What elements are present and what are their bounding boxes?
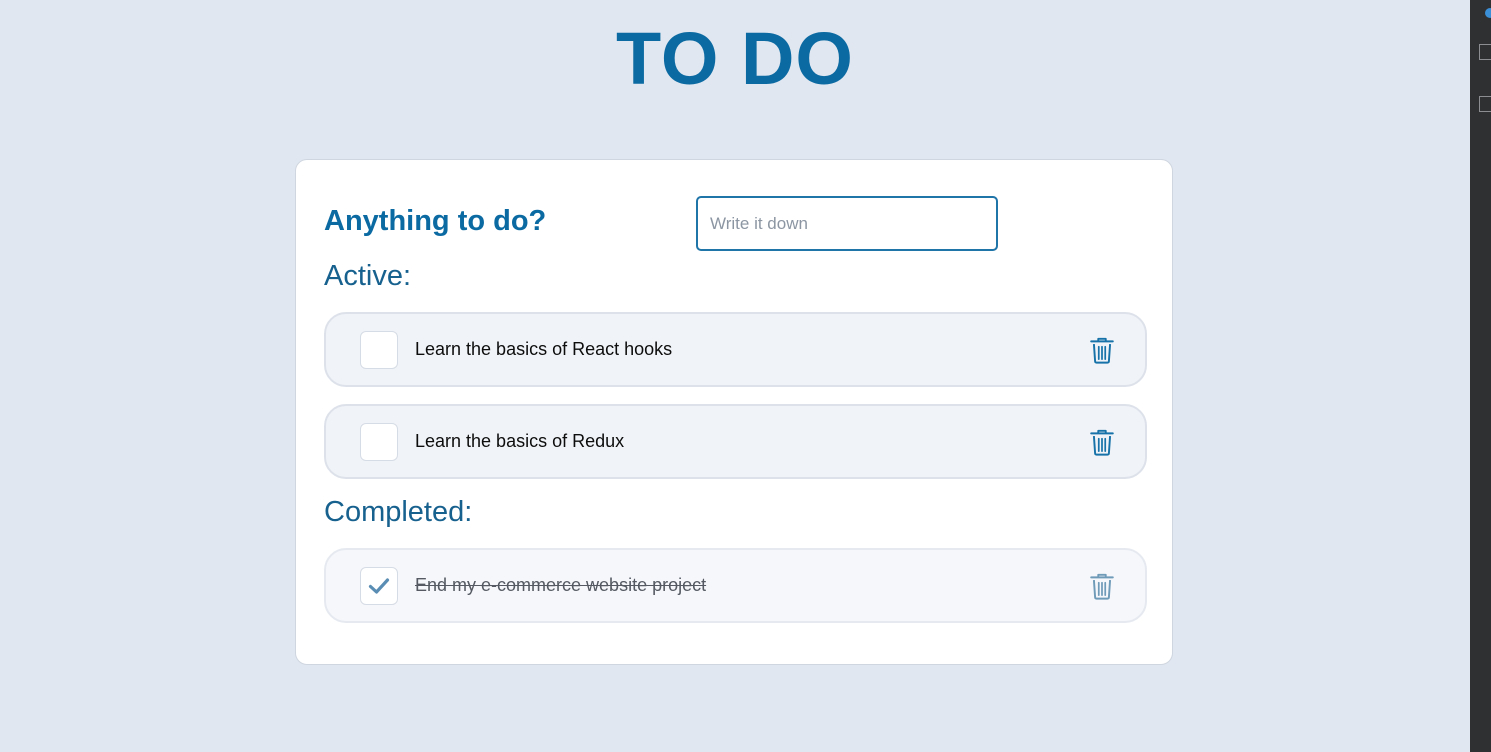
active-section-label: Active: — [324, 260, 412, 292]
delete-task-button[interactable] — [1089, 572, 1115, 600]
panel-icon[interactable] — [1479, 96, 1491, 112]
task-text: End my e-commerce website project — [415, 575, 707, 595]
trash-icon — [1090, 573, 1114, 600]
side-panel — [1470, 0, 1491, 752]
task-checkbox[interactable] — [360, 423, 398, 461]
page-title: TO DO — [616, 17, 854, 100]
trash-icon — [1090, 429, 1114, 456]
check-icon — [368, 578, 390, 594]
completed-section-label: Completed: — [324, 496, 473, 528]
task-item: Learn the basics of Redux — [324, 404, 1147, 479]
delete-task-button[interactable] — [1089, 428, 1115, 456]
new-task-input[interactable] — [696, 196, 998, 251]
task-checkbox-checked[interactable] — [360, 567, 398, 605]
task-text: Learn the basics of React hooks — [415, 339, 673, 359]
task-item-completed: End my e-commerce website project — [324, 548, 1147, 623]
bug-icon[interactable] — [1479, 44, 1491, 60]
task-checkbox[interactable] — [360, 331, 398, 369]
delete-task-button[interactable] — [1089, 336, 1115, 364]
todo-card: Anything to do? Active: Learn the basics… — [295, 159, 1173, 665]
trash-icon — [1090, 337, 1114, 364]
task-text: Learn the basics of Redux — [415, 431, 625, 451]
status-dot-icon — [1485, 8, 1491, 18]
task-item: Learn the basics of React hooks — [324, 312, 1147, 387]
new-task-label: Anything to do? — [324, 205, 547, 237]
